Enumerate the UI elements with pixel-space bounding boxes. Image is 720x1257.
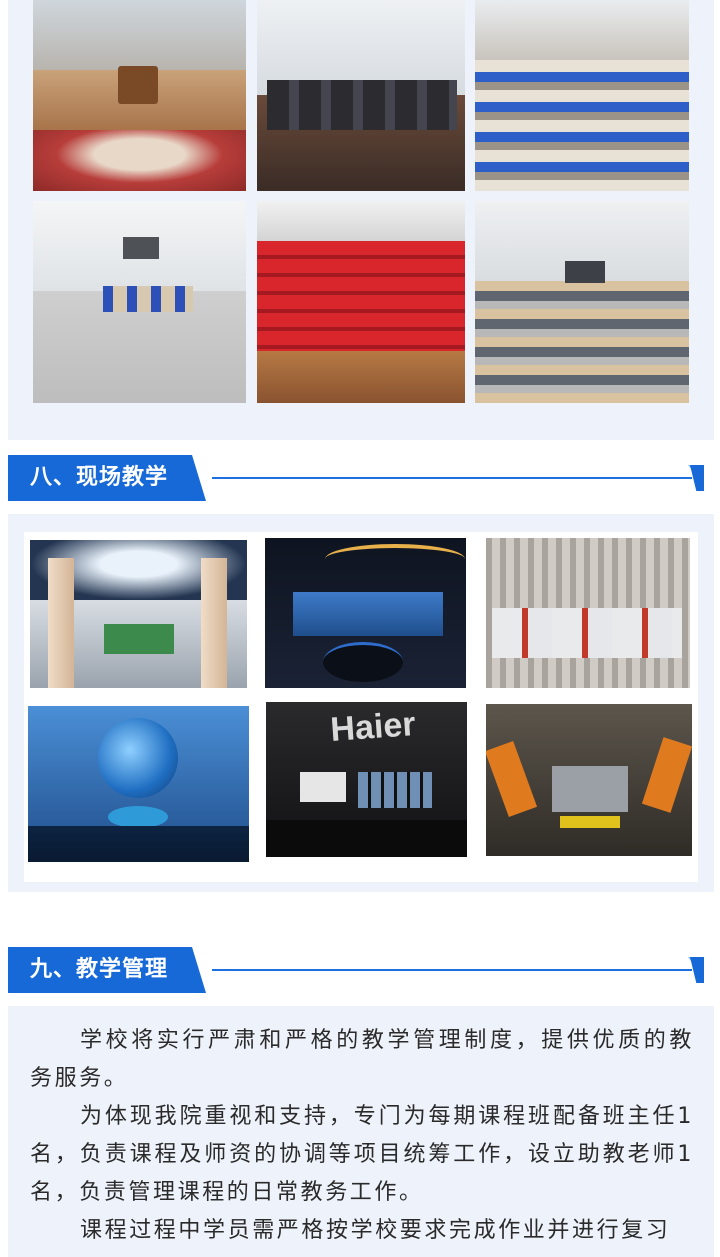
photo-haier-showroom: Haier	[266, 702, 467, 857]
photo-haier-display	[265, 538, 466, 688]
section-tab: 九、教学管理	[8, 947, 206, 993]
photo-classroom-blue-chairs	[475, 0, 689, 191]
section-tab: 八、现场教学	[8, 455, 206, 501]
paragraph: 为体现我院重视和支持，专门为每期课程班配备班主任1名，负责课程及师资的协调等项目…	[30, 1104, 694, 1205]
teaching-management-text: 学校将实行严肃和严格的教学管理制度，提供优质的教务服务。 为体现我院重视和支持，…	[30, 1022, 694, 1250]
photo-auditorium	[257, 201, 465, 403]
section-header-site-teaching: 八、现场教学	[8, 455, 714, 501]
photo-seminar-room	[33, 201, 246, 403]
divider-end-marker	[690, 957, 704, 983]
divider-end-marker	[690, 465, 704, 491]
photo-lecture-room	[475, 201, 689, 403]
paragraph: 学校将实行严肃和严格的教学管理制度，提供优质的教务服务。	[30, 1028, 694, 1091]
photo-reception-hall	[33, 0, 246, 191]
section-title: 九、教学管理	[30, 957, 169, 982]
photo-robot-workshop	[486, 704, 692, 856]
facility-photo-panel	[8, 0, 714, 440]
paragraph: 课程过程中学员需严格按学校要求完成作业并进行复习	[80, 1218, 671, 1243]
photo-boardroom	[257, 0, 465, 191]
section-header-teaching-management: 九、教学管理	[8, 947, 714, 993]
site-teaching-photo-panel: Haier	[8, 514, 714, 892]
photo-exhibition-hall	[30, 540, 247, 688]
section-title: 八、现场教学	[30, 465, 169, 490]
photo-globe-hall	[28, 706, 249, 862]
section-divider-line	[212, 969, 692, 971]
photo-assembly-line	[486, 538, 690, 688]
section-divider-line	[212, 477, 692, 479]
